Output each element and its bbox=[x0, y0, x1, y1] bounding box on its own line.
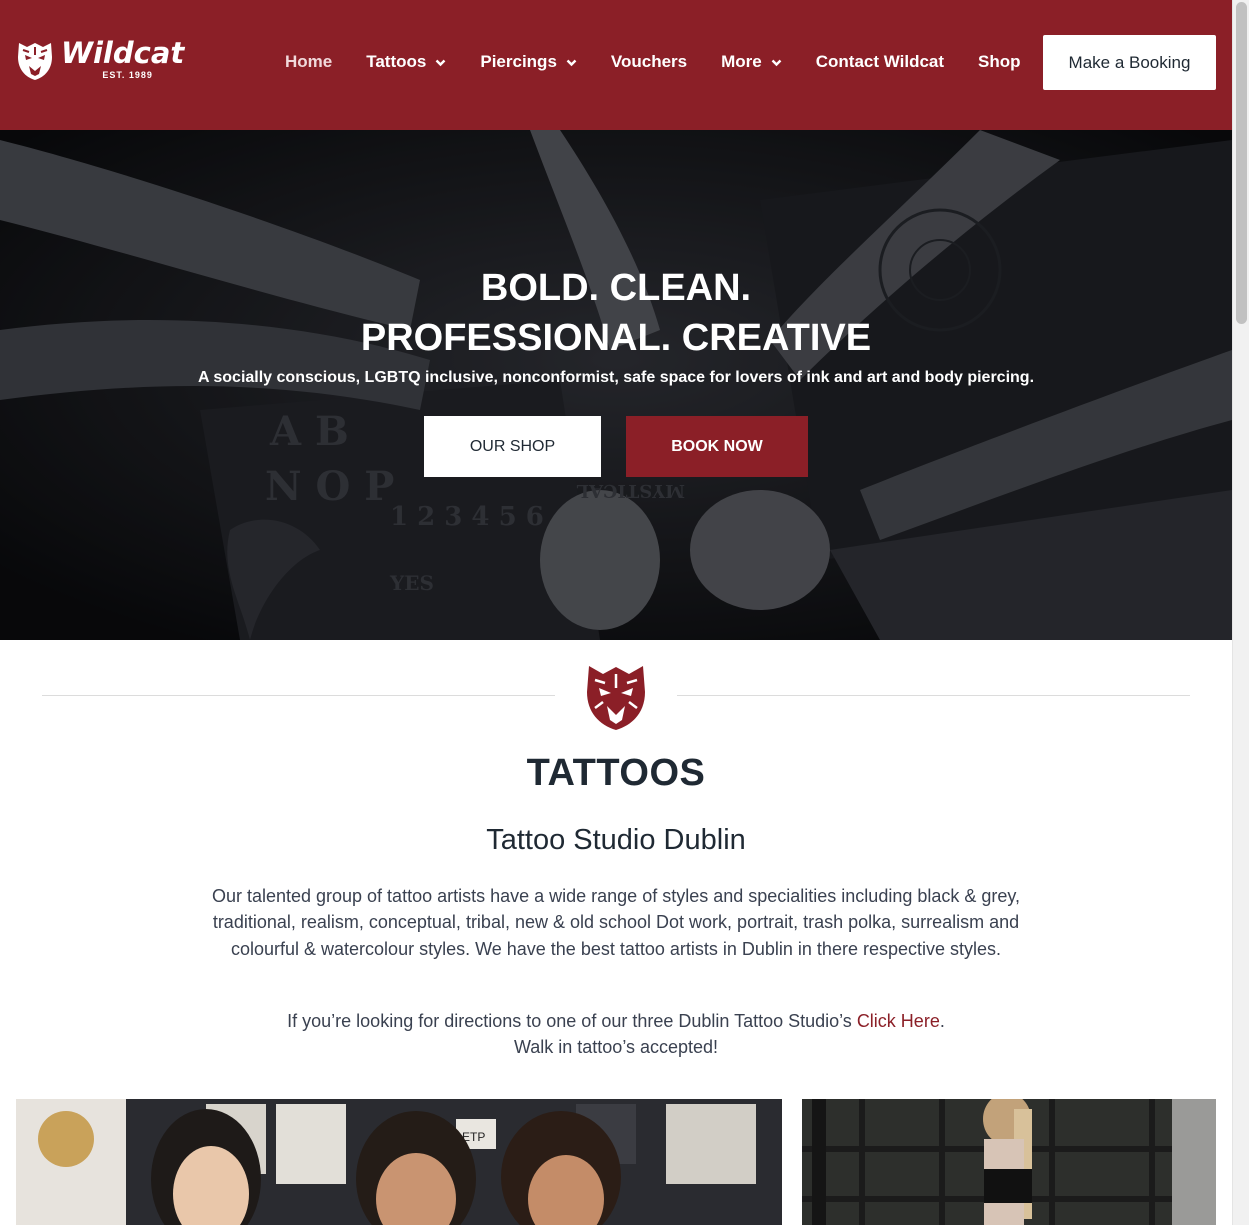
tattoos-subheading: Tattoo Studio Dublin bbox=[486, 824, 746, 856]
main-nav: Home Tattoos Piercings Vouchers More Con… bbox=[285, 52, 1055, 72]
team-photo-image: ETP bbox=[16, 1099, 782, 1225]
hero-title-line2: PROFESSIONAL. CREATIVE bbox=[360, 317, 872, 359]
page: Wildcat EST. 1989 Home Tattoos Piercings… bbox=[0, 0, 1232, 1225]
logo-established: EST. 1989 bbox=[102, 70, 153, 80]
hero-subtitle: A socially conscious, LGBTQ inclusive, n… bbox=[197, 369, 1035, 386]
nav-vouchers-label: Vouchers bbox=[610, 52, 688, 71]
directions-prefix: If you’re looking for directions to one … bbox=[287, 1011, 857, 1031]
nav-more[interactable]: More bbox=[721, 52, 782, 72]
nav-shop-label: Shop bbox=[978, 52, 1021, 71]
nav-vouchers[interactable]: Vouchers bbox=[611, 52, 687, 72]
tiger-head-icon bbox=[587, 666, 645, 730]
tattoos-description: Our talented group of tattoo artists hav… bbox=[211, 886, 1021, 959]
chevron-down-icon bbox=[436, 59, 446, 66]
nav-home[interactable]: Home bbox=[285, 52, 332, 72]
nav-contact[interactable]: Contact Wildcat bbox=[816, 52, 944, 72]
section-divider-right bbox=[677, 695, 1190, 696]
nav-piercings-label: Piercings bbox=[480, 52, 557, 71]
book-now-button[interactable]: BOOK NOW bbox=[626, 416, 808, 477]
model-photo bbox=[802, 1099, 1216, 1225]
nav-shop[interactable]: Shop bbox=[978, 52, 1021, 72]
directions-link[interactable]: Click Here bbox=[857, 1011, 940, 1031]
directions-suffix: . bbox=[939, 1011, 945, 1031]
tattoos-heading: TATTOOS bbox=[526, 752, 706, 794]
chevron-down-icon bbox=[771, 59, 782, 66]
nav-piercings[interactable]: Piercings bbox=[480, 52, 577, 72]
hero-banner: A B N O P 1 2 3 4 5 6 YES MYSTICAL BOLD.… bbox=[0, 130, 1232, 640]
logo-wordmark: Wildcat bbox=[61, 36, 185, 70]
walk-in-text: Walk in tattoo’s accepted! bbox=[513, 1037, 719, 1057]
nav-tattoos[interactable]: Tattoos bbox=[366, 52, 446, 72]
page-scrollbar[interactable] bbox=[1232, 0, 1249, 1225]
nav-tattoos-label: Tattoos bbox=[366, 52, 427, 71]
hero-title-line1: BOLD. CLEAN. bbox=[480, 267, 752, 309]
hero-title: BOLD. CLEAN. PROFESSIONAL. CREATIVE bbox=[0, 263, 1232, 363]
nav-contact-label: Contact Wildcat bbox=[815, 52, 945, 71]
site-header: Wildcat EST. 1989 Home Tattoos Piercings… bbox=[0, 0, 1232, 130]
chevron-down-icon bbox=[566, 59, 577, 66]
nav-more-label: More bbox=[721, 52, 762, 71]
section-divider-left bbox=[42, 695, 555, 696]
scrollbar-thumb[interactable] bbox=[1236, 2, 1247, 324]
site-logo[interactable]: Wildcat EST. 1989 bbox=[15, 37, 184, 81]
model-photo-image bbox=[802, 1099, 1216, 1225]
our-shop-button[interactable]: OUR SHOP bbox=[424, 416, 601, 477]
nav-home-label: Home bbox=[285, 52, 333, 71]
directions-text: If you’re looking for directions to one … bbox=[0, 1008, 1232, 1060]
make-booking-button[interactable]: Make a Booking bbox=[1043, 35, 1216, 90]
tiger-head-icon bbox=[18, 43, 52, 80]
studio-team-photo: ETP bbox=[16, 1099, 782, 1225]
